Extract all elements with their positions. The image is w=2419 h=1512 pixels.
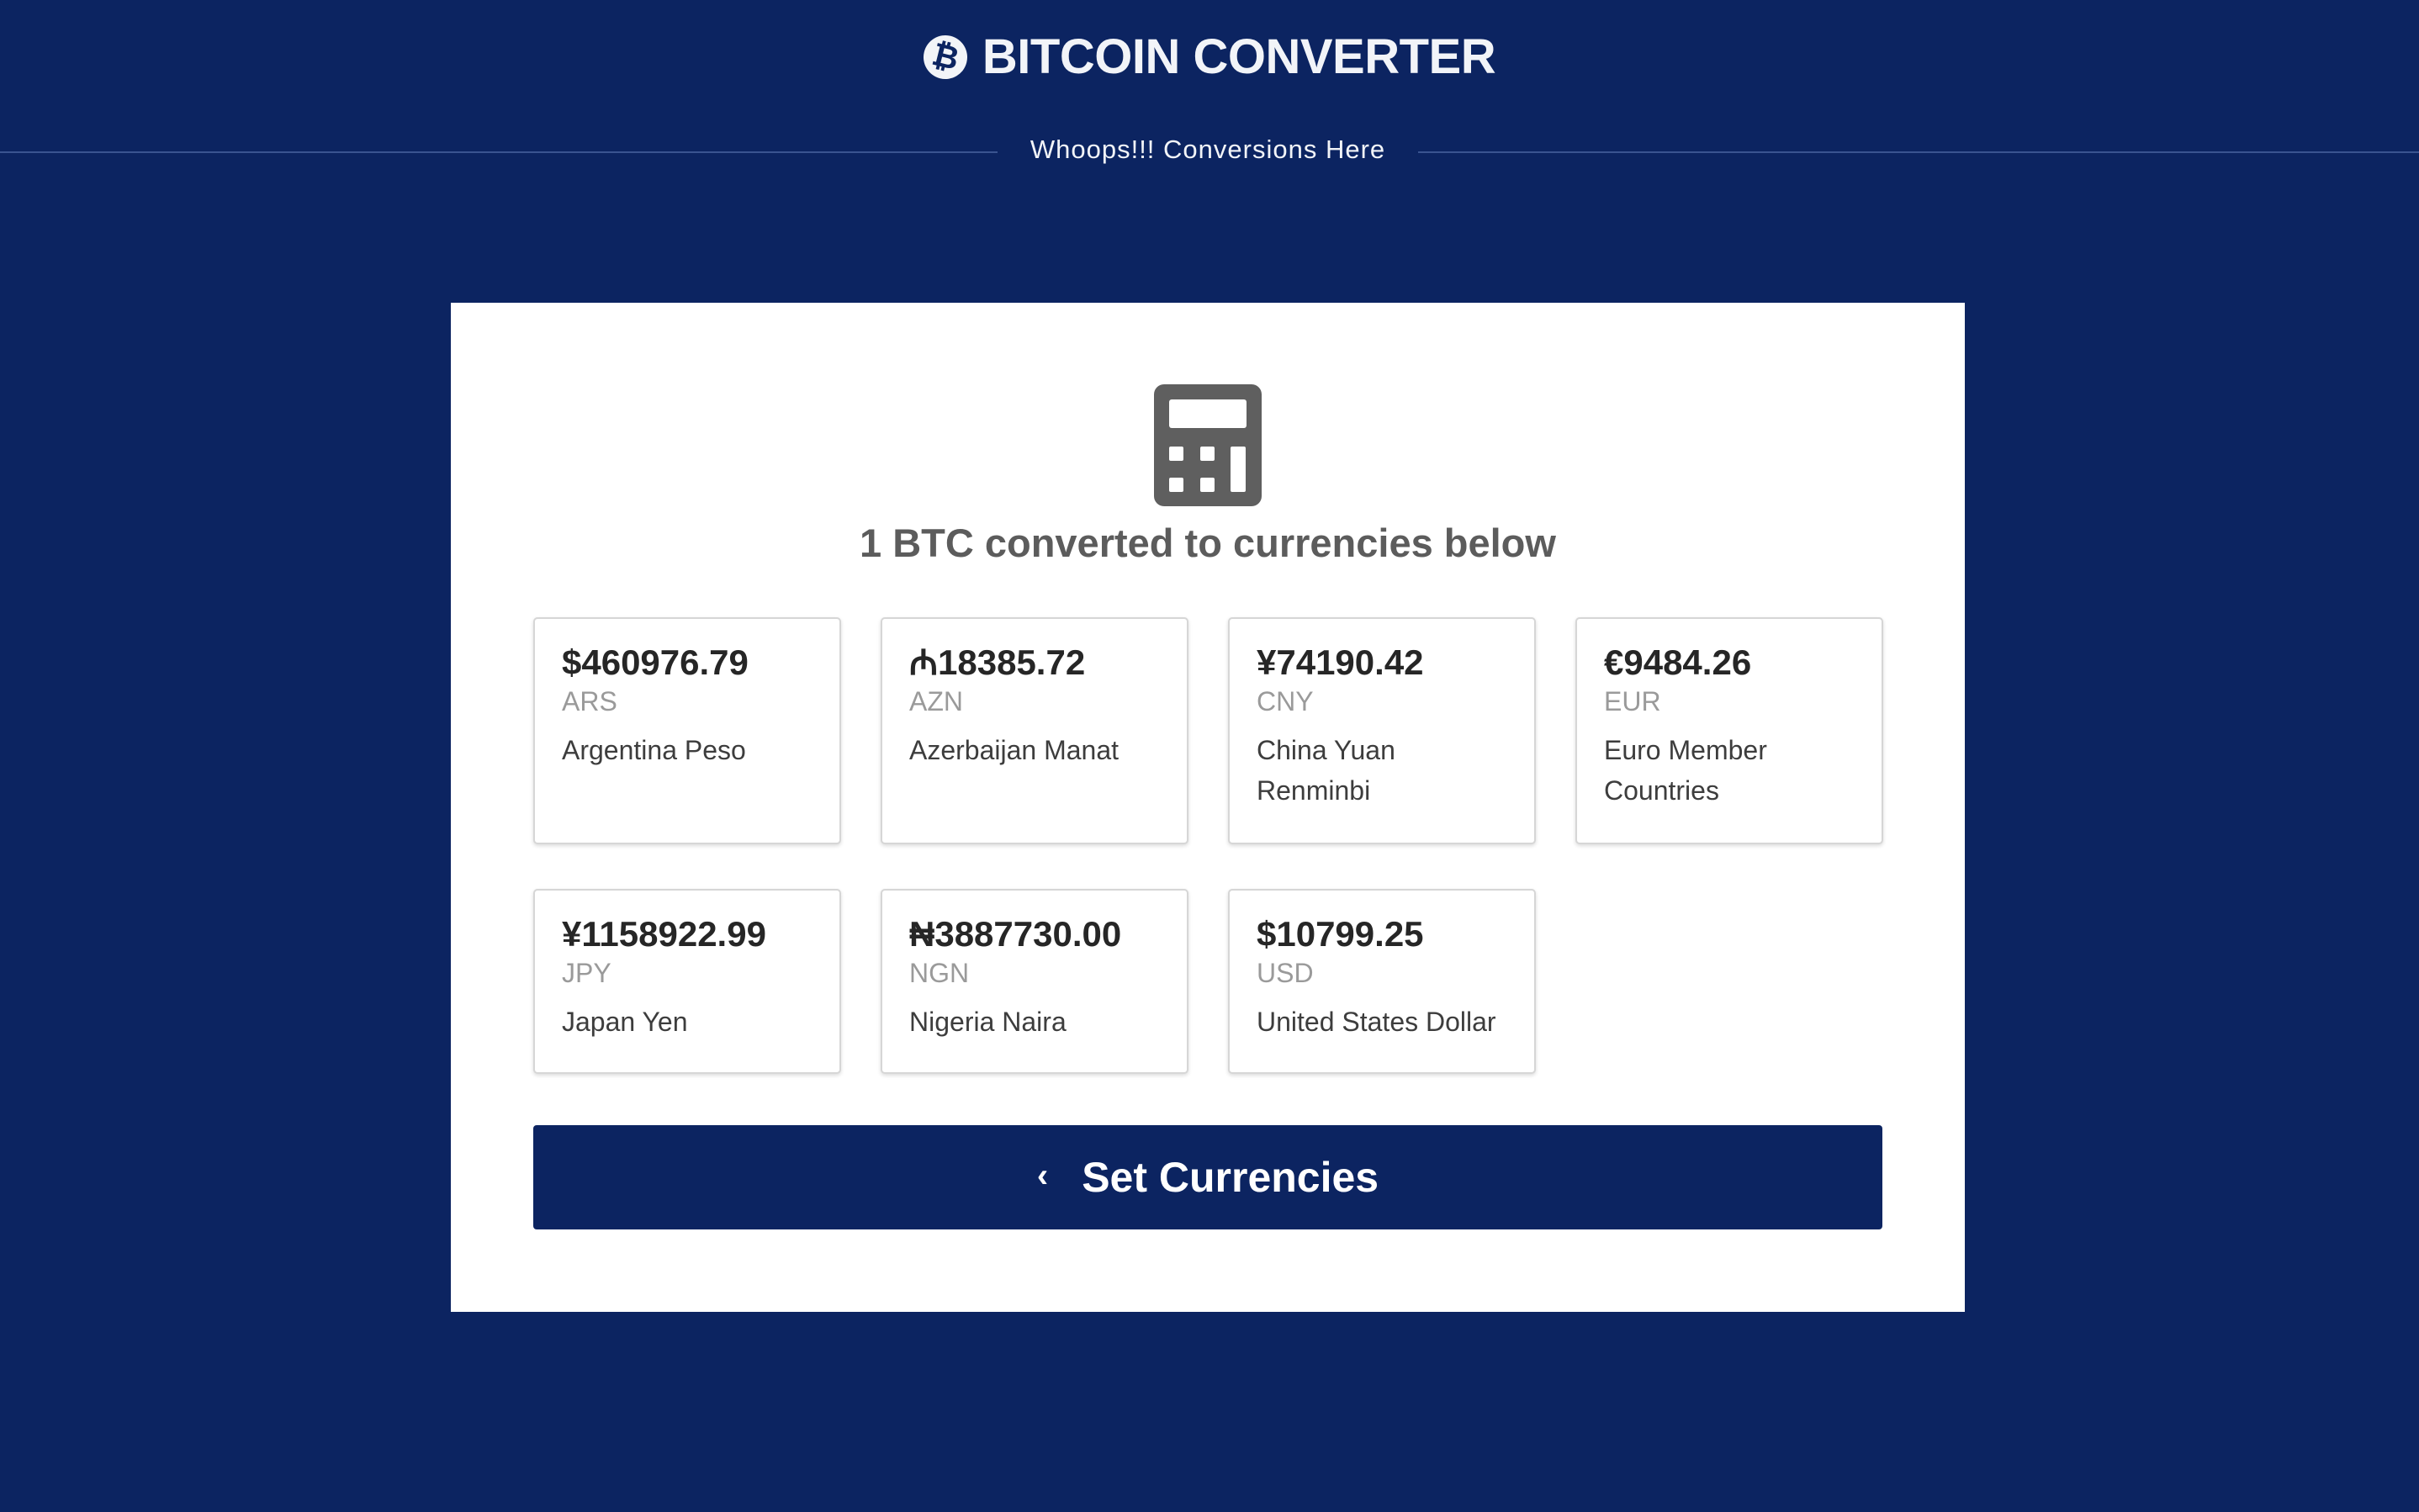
divider-right bbox=[1418, 151, 2419, 153]
currency-card: ₼18385.72 AZN Azerbaijan Manat bbox=[881, 617, 1188, 844]
chevron-left-icon: ‹ bbox=[1036, 1156, 1049, 1194]
currency-code: EUR bbox=[1604, 686, 1661, 716]
currency-card: €9484.26 EUR Euro Member Countries bbox=[1575, 617, 1883, 844]
currency-card: ₦3887730.00 NGN Nigeria Naira bbox=[881, 889, 1188, 1074]
currency-code: USD bbox=[1257, 958, 1314, 988]
currency-amount: ₦3887730.00 bbox=[909, 914, 1122, 954]
currency-code: ARS bbox=[562, 686, 617, 716]
currency-amount: ¥1158922.99 bbox=[562, 914, 766, 954]
brand: ₿ BITCOIN CONVERTER bbox=[0, 29, 2419, 85]
header: ₿ BITCOIN CONVERTER Whoops!!! Conversion… bbox=[0, 0, 2419, 164]
currency-amount: €9484.26 bbox=[1604, 642, 1752, 682]
currency-name: Euro Member Countries bbox=[1604, 735, 1767, 806]
bitcoin-icon: ₿ bbox=[918, 29, 972, 84]
conversion-panel: 1 BTC converted to currencies below $460… bbox=[451, 303, 1965, 1312]
currency-name: Japan Yen bbox=[562, 1007, 688, 1037]
currency-name: Argentina Peso bbox=[562, 735, 746, 765]
set-currencies-button[interactable]: ‹ Set Currencies bbox=[533, 1125, 1882, 1229]
currency-card: $460976.79 ARS Argentina Peso bbox=[533, 617, 841, 844]
currency-code: JPY bbox=[562, 958, 611, 988]
subtitle: Whoops!!! Conversions Here bbox=[1030, 135, 1386, 164]
currency-name: United States Dollar bbox=[1257, 1007, 1496, 1037]
currency-amount: $10799.25 bbox=[1257, 914, 1424, 954]
currency-code: AZN bbox=[909, 686, 963, 716]
calculator-icon bbox=[1154, 384, 1262, 506]
currency-amount: ₼18385.72 bbox=[909, 642, 1086, 682]
currency-code: NGN bbox=[909, 958, 970, 988]
set-currencies-label: Set Currencies bbox=[1082, 1154, 1379, 1201]
currency-amount: ¥74190.42 bbox=[1257, 642, 1424, 682]
currency-card: ¥1158922.99 JPY Japan Yen bbox=[533, 889, 841, 1074]
currency-amount: $460976.79 bbox=[562, 642, 749, 682]
app-title: BITCOIN CONVERTER bbox=[982, 29, 1496, 84]
currency-name: Nigeria Naira bbox=[909, 1007, 1067, 1037]
currency-name: China Yuan Renminbi bbox=[1257, 735, 1395, 806]
conversion-heading: 1 BTC converted to currencies below bbox=[860, 521, 1556, 565]
currency-card: ¥74190.42 CNY China Yuan Renminbi bbox=[1228, 617, 1536, 844]
currency-code: CNY bbox=[1257, 686, 1314, 716]
currency-card: $10799.25 USD United States Dollar bbox=[1228, 889, 1536, 1074]
currency-name: Azerbaijan Manat bbox=[909, 735, 1120, 765]
divider-left bbox=[0, 151, 998, 153]
